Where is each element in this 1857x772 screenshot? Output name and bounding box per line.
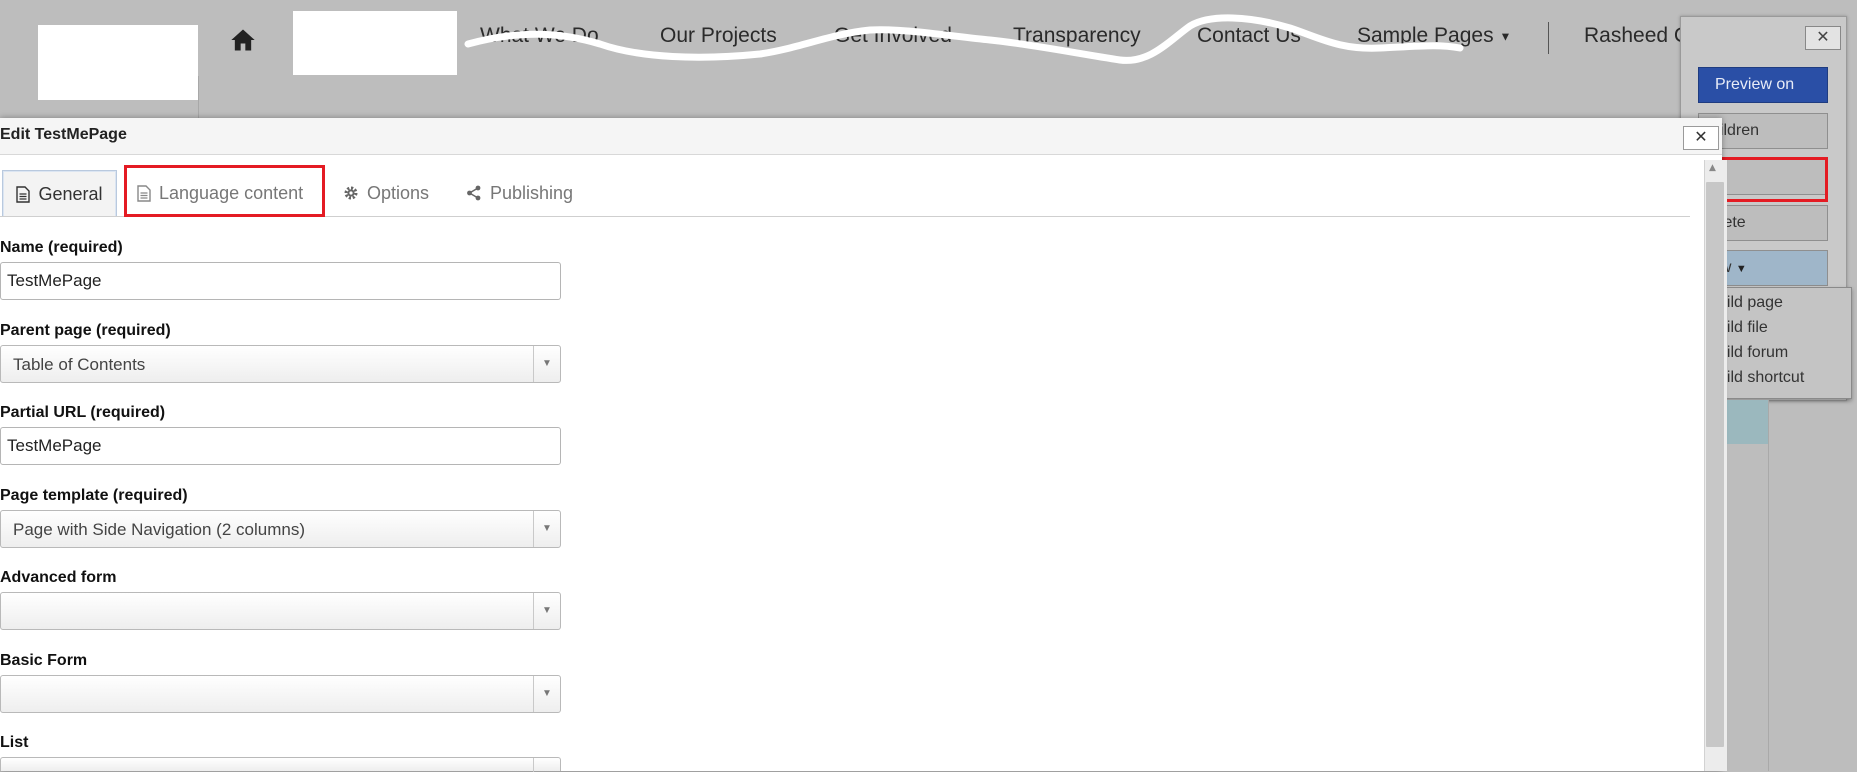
basic-form-label: Basic Form bbox=[0, 652, 88, 669]
tab-publishing-label: Publishing bbox=[490, 182, 574, 203]
nav-item-get-involved[interactable]: Get Involved bbox=[834, 24, 952, 48]
page-template-select[interactable]: Page with Side Navigation (2 columns) ▼ bbox=[0, 510, 561, 548]
share-icon bbox=[467, 185, 481, 201]
list-select[interactable] bbox=[0, 757, 561, 772]
tab-options-label: Options bbox=[367, 182, 430, 203]
parent-page-value: Table of Contents bbox=[13, 355, 146, 374]
basic-form-select[interactable]: ▼ bbox=[0, 675, 561, 713]
home-icon[interactable] bbox=[229, 26, 257, 54]
panel-close-button[interactable]: ✕ bbox=[1805, 26, 1841, 50]
nav-item-sample-pages[interactable]: Sample Pages ▼ bbox=[1357, 24, 1511, 48]
tab-options[interactable]: Options bbox=[343, 170, 433, 216]
caret-down-icon: ▼ bbox=[1499, 29, 1512, 44]
dialog-header: Edit TestMePage ✕ bbox=[0, 118, 1722, 155]
nav-separator bbox=[1548, 22, 1549, 54]
redaction-scribble bbox=[464, 14, 1464, 64]
logo-divider bbox=[198, 76, 205, 118]
chevron-down-icon: ▼ bbox=[533, 593, 560, 629]
dialog-scrollbar-thumb[interactable] bbox=[1706, 182, 1724, 747]
chevron-down-icon: ▼ bbox=[533, 346, 560, 382]
chevron-down-icon bbox=[533, 758, 560, 772]
nav-item-contact-us[interactable]: Contact Us bbox=[1197, 24, 1301, 48]
dialog-close-button[interactable]: ✕ bbox=[1683, 126, 1719, 150]
partial-url-label: Partial URL (required) bbox=[0, 404, 166, 421]
tab-language-content[interactable]: Language content bbox=[137, 170, 317, 216]
chevron-down-icon: ▼ bbox=[533, 511, 560, 547]
tab-bar-divider bbox=[0, 216, 1690, 217]
document-icon bbox=[16, 185, 31, 203]
parent-page-label: Parent page (required) bbox=[0, 322, 171, 339]
list-label: List bbox=[0, 734, 29, 751]
name-input[interactable]: TestMePage bbox=[0, 262, 561, 300]
page-template-label: Page template (required) bbox=[0, 487, 188, 504]
nav-item-user-menu[interactable]: Rasheed C bbox=[1584, 24, 1689, 48]
secondary-logo[interactable] bbox=[293, 11, 457, 75]
tab-language-content-label: Language content bbox=[159, 182, 304, 203]
page-template-value: Page with Side Navigation (2 columns) bbox=[13, 520, 305, 539]
dialog-title: Edit TestMePage bbox=[0, 126, 127, 143]
caret-down-icon: ▼ bbox=[1735, 263, 1747, 275]
tab-general[interactable]: General bbox=[2, 170, 117, 217]
preview-button[interactable]: Preview on bbox=[1698, 67, 1828, 103]
scroll-up-arrow-icon[interactable]: ▲ bbox=[1709, 163, 1716, 173]
nav-item-what-we-do[interactable]: What We Do bbox=[480, 24, 599, 48]
tab-general-label: General bbox=[38, 183, 103, 204]
nav-item-sample-pages-label: Sample Pages bbox=[1357, 24, 1494, 47]
advanced-form-label: Advanced form bbox=[0, 569, 117, 586]
menu-item-child-forum[interactable]: hild forum bbox=[1718, 344, 1788, 362]
name-label: Name (required) bbox=[0, 239, 123, 256]
nav-item-transparency[interactable]: Transparency bbox=[1013, 24, 1141, 48]
advanced-form-select[interactable]: ▼ bbox=[0, 592, 561, 630]
partial-url-input[interactable]: TestMePage bbox=[0, 427, 561, 465]
top-navigation: What We Do Our Projects Get Involved Tra… bbox=[0, 0, 1857, 120]
gear-icon bbox=[344, 186, 358, 200]
parent-page-select[interactable]: Table of Contents ▼ bbox=[0, 345, 561, 383]
document-icon bbox=[137, 184, 151, 202]
nav-item-our-projects[interactable]: Our Projects bbox=[660, 24, 777, 48]
tab-publishing[interactable]: Publishing bbox=[466, 170, 586, 216]
chevron-down-icon: ▼ bbox=[533, 676, 560, 712]
menu-item-child-shortcut[interactable]: hild shortcut bbox=[1718, 369, 1804, 387]
menu-item-child-page[interactable]: hild page bbox=[1718, 294, 1783, 312]
panel-divider bbox=[1768, 400, 1769, 771]
site-logo[interactable] bbox=[38, 25, 198, 100]
